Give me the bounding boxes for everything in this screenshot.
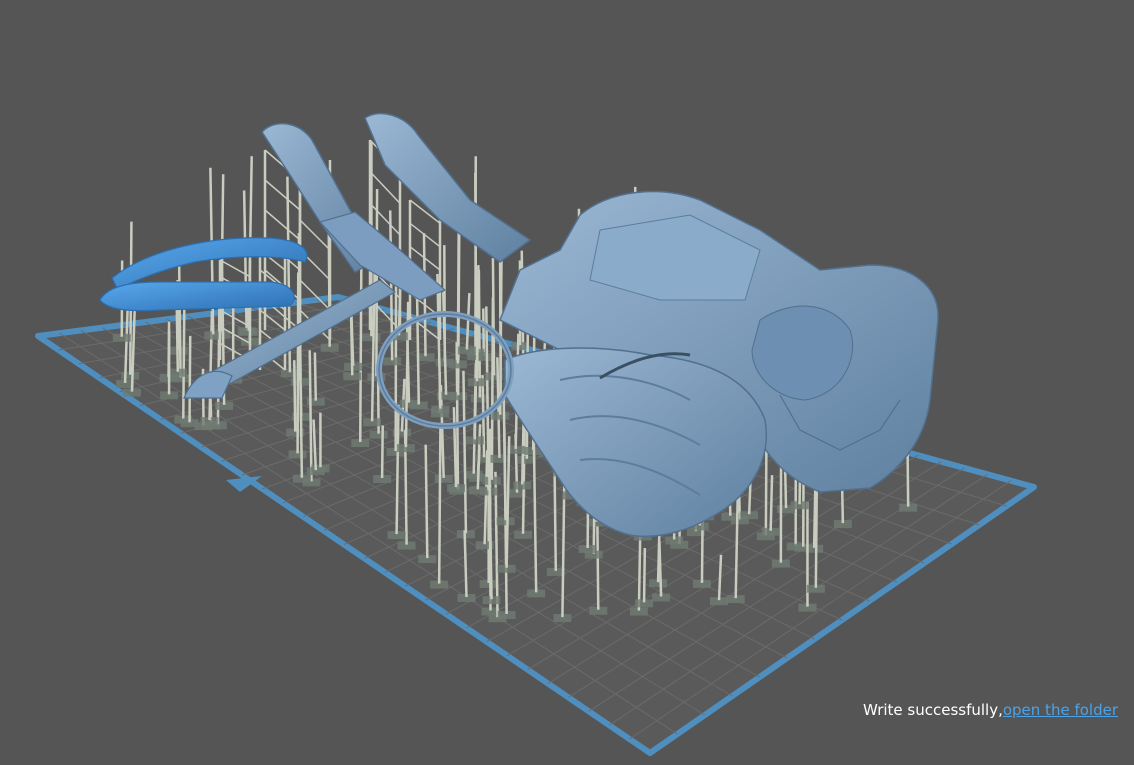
- support-post: [313, 352, 318, 401]
- open-folder-link[interactable]: open the folder: [1003, 701, 1118, 719]
- support-post: [380, 425, 384, 479]
- support-post: [188, 335, 192, 423]
- support-post: [642, 548, 647, 603]
- support-post: [764, 451, 768, 536]
- support-post: [177, 259, 182, 378]
- support-post: [308, 350, 313, 482]
- support-post: [474, 172, 478, 356]
- support-post: [349, 312, 354, 376]
- 3d-viewport[interactable]: Write successfully,open the folder: [0, 0, 1134, 765]
- support-post: [175, 308, 180, 372]
- support-post: [358, 257, 363, 443]
- support-post: [424, 444, 429, 559]
- support-post: [769, 475, 774, 531]
- support-post: [293, 360, 297, 432]
- support-post: [456, 230, 460, 364]
- support-post: [596, 525, 600, 610]
- notification-message: Write successfully,: [863, 701, 1003, 719]
- support-post: [437, 427, 442, 584]
- support-post: [182, 309, 186, 419]
- print-scene[interactable]: [0, 0, 1134, 765]
- write-success-notification: Write successfully,open the folder: [863, 701, 1118, 719]
- support-post: [476, 446, 481, 490]
- model-boots[interactable]: [261, 112, 532, 301]
- support-brace: [264, 179, 301, 211]
- support-post: [490, 297, 495, 480]
- support-post: [658, 541, 663, 597]
- support-brace: [264, 209, 301, 241]
